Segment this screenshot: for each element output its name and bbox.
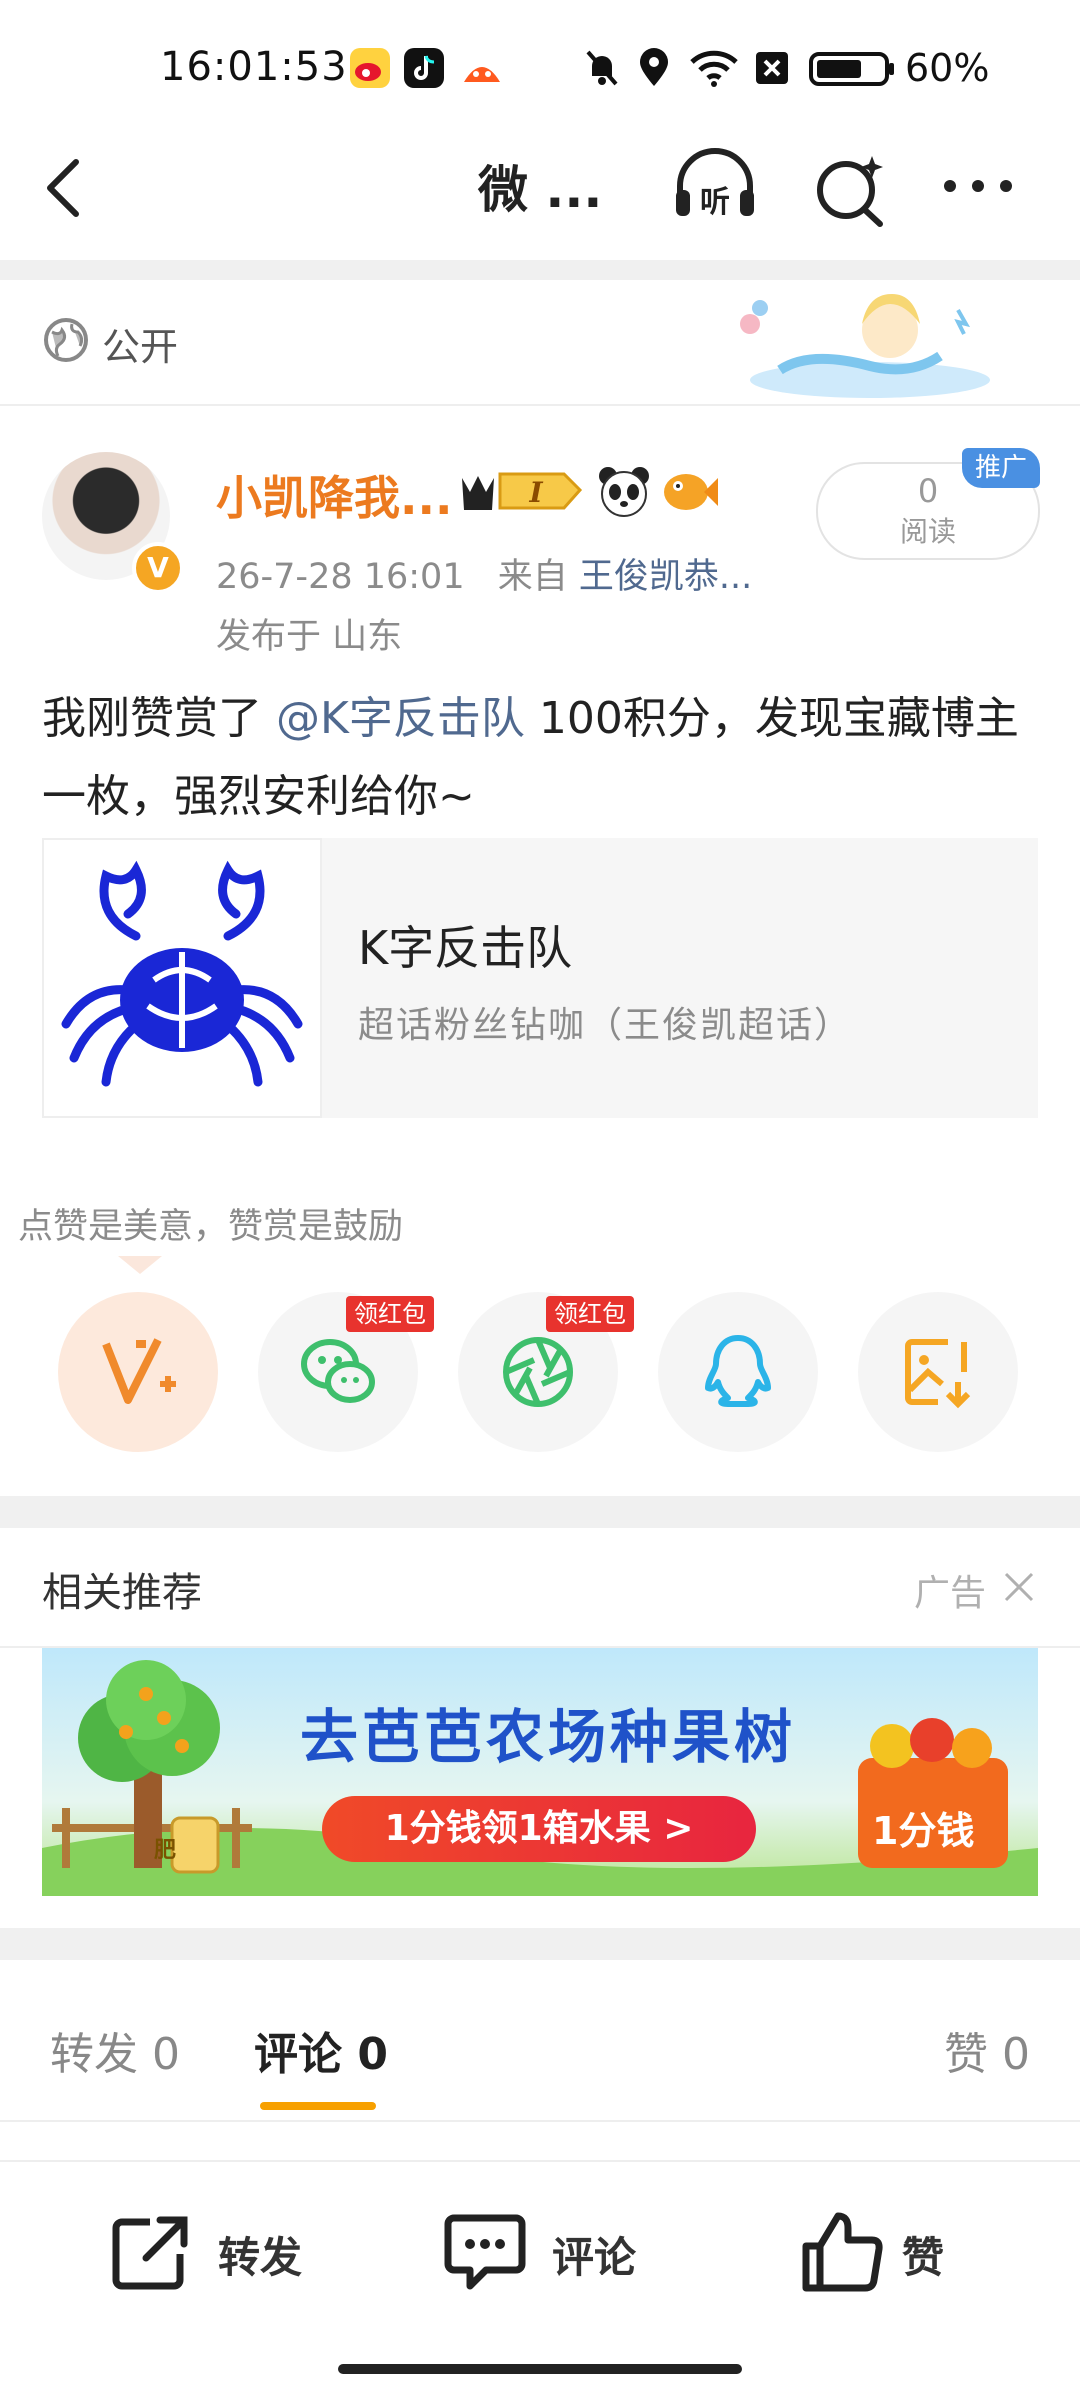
crab-logo xyxy=(42,838,322,1118)
fish-icon xyxy=(660,462,720,522)
location-icon xyxy=(636,46,672,90)
wifi-icon xyxy=(688,46,740,90)
thumbs-up-icon xyxy=(802,2212,883,2292)
post-time: 26-7-28 16:01 xyxy=(216,557,465,597)
mermaid-decoration xyxy=(720,280,990,408)
comment-label: 评论 xyxy=(552,2233,637,2282)
listen-icon[interactable]: 听 xyxy=(670,146,760,230)
page-title: 微 ... xyxy=(478,161,603,219)
qq-icon xyxy=(705,1335,771,1407)
vip-level-badge[interactable]: I xyxy=(456,462,586,522)
repost-button[interactable]: 转发 xyxy=(106,2206,326,2296)
section-divider xyxy=(0,1496,1080,1528)
tab-like[interactable]: 赞 0 xyxy=(944,2018,1030,2082)
tiktok-app-icon xyxy=(404,48,444,88)
post-text-before: 我刚赞赏了 xyxy=(42,693,276,744)
redpacket-badge-moments[interactable]: 领红包 xyxy=(546,1296,634,1332)
banner-cta[interactable]: 1分钱领1箱水果 > xyxy=(322,1796,756,1862)
section-divider xyxy=(0,260,1080,280)
from-label: 来自 xyxy=(497,557,568,597)
comment-icon xyxy=(444,2214,526,2290)
back-icon[interactable] xyxy=(42,156,86,224)
section-divider xyxy=(0,1928,1080,1960)
svg-text:听: 听 xyxy=(700,185,730,220)
post-source[interactable]: 王俊凯恭... xyxy=(579,557,752,597)
like-button[interactable]: 赞 xyxy=(798,2206,998,2296)
tab-comment[interactable]: 评论 0 xyxy=(254,2018,388,2082)
weibo-app-icon xyxy=(350,48,390,88)
repost-label: 转发 xyxy=(218,2233,303,2282)
read-label: 阅读 xyxy=(899,515,956,548)
active-tab-indicator xyxy=(260,2102,376,2110)
reward-button[interactable] xyxy=(58,1292,218,1452)
post-meta: 26-7-28 16:01 来自 王俊凯恭... xyxy=(216,548,752,599)
battery-percent: 60% xyxy=(905,46,990,90)
fertilizer-sign: 肥 xyxy=(154,1838,177,1863)
post-location: 发布于 山东 xyxy=(216,617,403,657)
battery-icon xyxy=(808,46,898,90)
card-title: K字反击队 xyxy=(358,921,573,975)
mention-link[interactable]: @K字反击队 xyxy=(276,693,525,744)
redpacket-badge-wechat[interactable]: 领红包 xyxy=(346,1296,434,1332)
mute-icon xyxy=(582,46,622,90)
taobao-app-icon xyxy=(460,48,500,88)
visibility-label: 公开 xyxy=(102,325,179,369)
user-name[interactable]: 小凯降我... xyxy=(216,462,452,528)
globe-icon xyxy=(42,316,90,368)
repost-icon xyxy=(112,2216,188,2290)
like-label: 赞 xyxy=(902,2233,945,2282)
promote-tag[interactable]: 推广 xyxy=(962,448,1040,488)
no-sim-icon xyxy=(752,46,792,90)
recommend-title: 相关推荐 xyxy=(42,1570,202,1616)
home-indicator[interactable] xyxy=(338,2364,742,2374)
vip-level-text: I xyxy=(528,476,543,509)
search-spark-icon[interactable] xyxy=(812,150,892,234)
comment-button[interactable]: 评论 xyxy=(440,2206,660,2296)
ad-label: 广告 xyxy=(914,1573,987,1614)
more-icon[interactable] xyxy=(940,174,1016,202)
panda-icon xyxy=(596,462,652,522)
banner-price: 1分钱 xyxy=(872,1809,975,1853)
reward-tip: 点赞是美意，赞赏是鼓励 xyxy=(18,1207,404,1247)
tip-pointer xyxy=(118,1256,162,1274)
wechat-icon xyxy=(301,1339,375,1403)
banner-title: 去芭芭农场种果树 xyxy=(300,1703,797,1771)
post-text: 我刚赞赏了 @K字反击队 100积分，发现宝藏博主一枚，强烈安利给你~ xyxy=(42,680,1042,836)
close-ad-icon[interactable] xyxy=(1002,1570,1036,1608)
card-subtitle: 超话粉丝钻咖（王俊凯超话） xyxy=(358,1005,853,1046)
weibo-reward-icon xyxy=(102,1338,176,1404)
share-qq-button[interactable] xyxy=(658,1292,818,1452)
tabs-divider xyxy=(0,2120,1080,2122)
verified-badge: V xyxy=(132,542,184,594)
save-image-icon xyxy=(905,1339,971,1409)
status-time: 16:01:53 xyxy=(160,44,348,90)
moments-icon xyxy=(503,1337,573,1407)
tab-repost[interactable]: 转发 0 xyxy=(50,2018,180,2082)
save-image-button[interactable] xyxy=(858,1292,1018,1452)
